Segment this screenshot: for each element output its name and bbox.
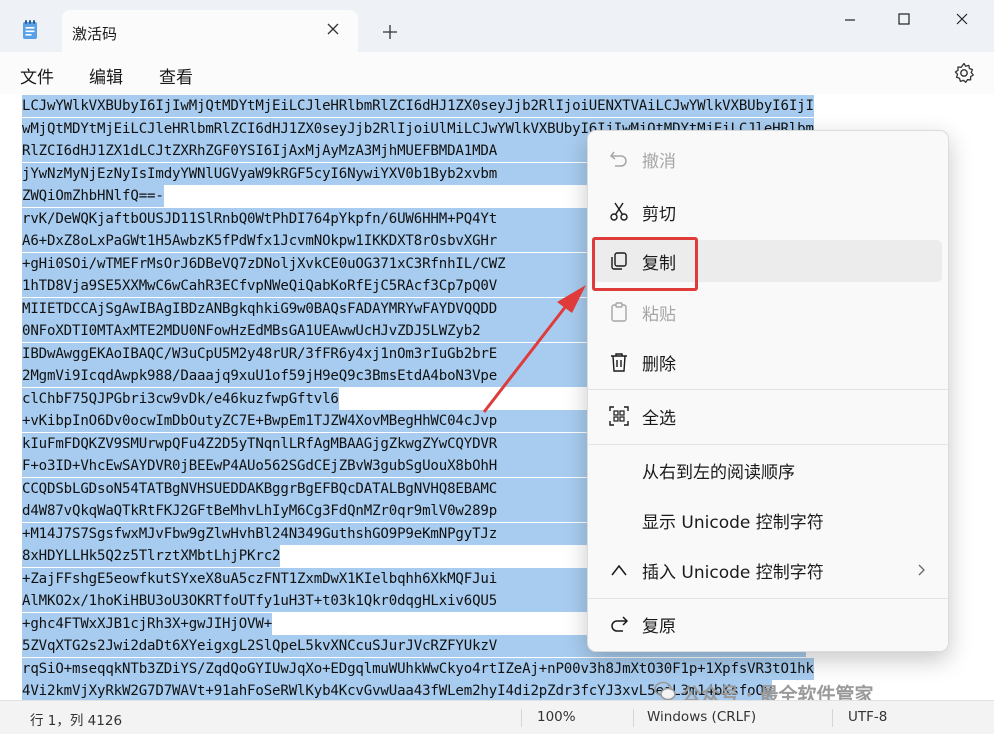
menu-item-insert-unicode-control[interactable]: 插入 Unicode 控制字符 [592,549,942,591]
menu-item-label: 撤消 [642,152,676,172]
menu-item-delete[interactable]: 删除 [592,341,942,383]
menu-edit[interactable]: 编辑 [89,63,123,88]
text-line: +ghc4FTWxXJB1cjRh3X+gwJIHjOVW+ [22,612,273,635]
menu-divider [588,598,948,599]
insert-caret-icon [611,564,627,576]
menu-item-select-all[interactable]: 全选 [592,395,942,437]
document-tab[interactable]: 激活码 [62,10,358,52]
cursor-position: 行 1，列 4126 [30,713,123,729]
copy-highlight-annotation [592,237,698,291]
close-icon[interactable] [938,8,986,32]
menu-view[interactable]: 查看 [159,63,193,88]
select-all-icon [609,406,629,426]
undo-icon [609,151,627,167]
menu-item-undo[interactable]: 撤消 [592,138,942,180]
text-line: 8xHDYLLHk5Q2z5TlrztXMbtLhjPKrc2 [22,545,281,567]
paste-icon [611,302,627,322]
menu-divider [588,444,948,445]
context-menu: 撤消 剪切 复制 粘贴 删除 全选 从右到左的阅读顺序 显示 Unicode 控… [587,130,949,652]
status-separator [832,709,833,727]
chevron-right-icon [918,564,925,576]
menu-file[interactable]: 文件 [20,63,54,88]
status-separator [633,709,634,727]
menu-item-show-unicode-control[interactable]: 显示 Unicode 控制字符 [592,499,942,541]
line-ending[interactable]: Windows (CRLF) [647,709,756,725]
status-separator [521,709,522,727]
title-bar: 激活码 [0,0,994,52]
text-line: LCJwYWlkVXBUbyI6IjIwMjQtMDYtMjEiLCJleHRl… [22,95,814,117]
status-bar: 行 1，列 4126 100% Windows (CRLF) UTF-8 [0,700,994,734]
tab-close-icon[interactable] [324,20,342,38]
zoom-level[interactable]: 100% [537,709,576,725]
menu-item-restore[interactable]: 复原 [592,603,942,645]
restore-icon [611,616,629,632]
maximize-icon[interactable] [880,8,928,32]
menu-item-label: 复原 [642,617,676,637]
minimize-icon[interactable] [826,8,874,32]
menu-item-label: 显示 Unicode 控制字符 [642,513,824,533]
menu-item-label: 剪切 [642,205,676,225]
text-line: rqSiO+mseqqkNTb3ZDiYS/ZqdQoGYIUwJqXo+EDg… [22,657,814,680]
text-line: ZWQiOmZhbHNlfQ==- [22,185,164,207]
notepad-app-icon [23,20,37,39]
menu-item-paste[interactable]: 粘贴 [592,291,942,333]
encoding[interactable]: UTF-8 [848,709,887,725]
wechat-logo-icon [654,681,676,701]
delete-icon [611,353,627,372]
menu-item-label: 从右到左的阅读顺序 [642,463,795,483]
gear-icon[interactable] [952,61,976,85]
menu-item-cut[interactable]: 剪切 [592,191,942,233]
menu-item-rtl-reading-order[interactable]: 从右到左的阅读顺序 [592,449,942,491]
text-line: clChbF75QJPGbri3cw9vDk/e46kuzfwpGftvl6 [22,387,339,410]
new-tab-icon[interactable] [380,22,400,42]
menu-bar: 文件 编辑 查看 [0,52,994,94]
menu-item-label: 粘贴 [642,305,676,325]
tab-title: 激活码 [72,25,118,43]
menu-item-label: 插入 Unicode 控制字符 [642,563,824,583]
menu-divider [588,389,948,390]
cut-icon [610,202,628,221]
menu-item-label: 全选 [642,409,676,429]
menu-item-label: 删除 [642,355,676,375]
